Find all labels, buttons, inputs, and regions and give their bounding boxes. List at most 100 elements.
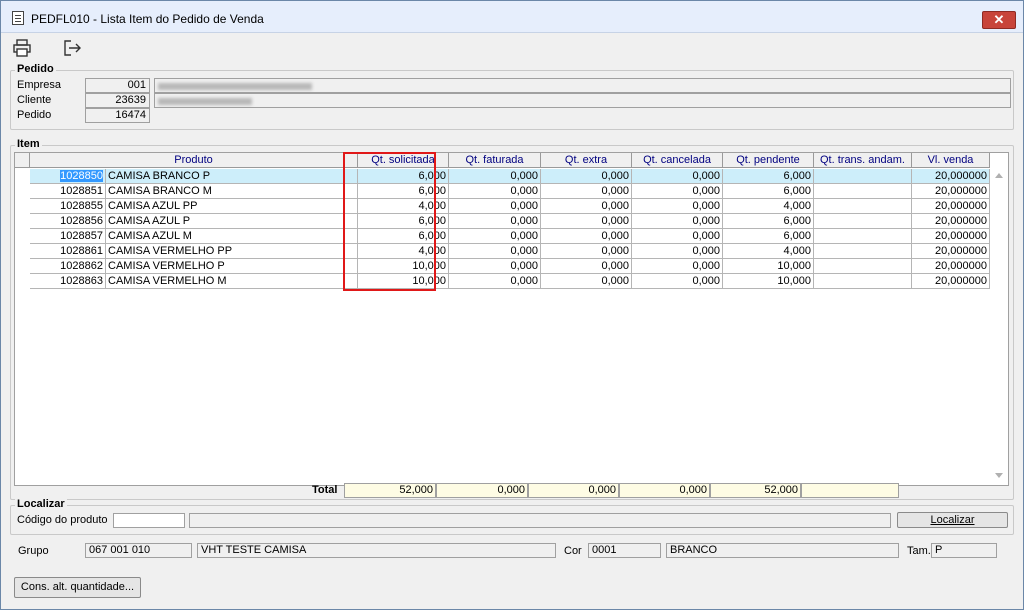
cell-qt-cancelada[interactable]: 0,000 <box>632 169 723 184</box>
cell-vl-venda[interactable]: 20,000000 <box>912 184 990 199</box>
cell-vl-venda[interactable]: 20,000000 <box>912 169 990 184</box>
cell-qt-trans-andam[interactable] <box>814 259 912 274</box>
table-row[interactable]: 1028862 CAMISA VERMELHO P 10,000 0,000 0,000… <box>15 259 990 274</box>
cell-qt-trans-andam[interactable] <box>814 169 912 184</box>
cell-produto[interactable]: CAMISA AZUL M <box>106 229 358 244</box>
cell-qt-cancelada[interactable]: 0,000 <box>632 214 723 229</box>
column-header-produto[interactable]: Produto <box>30 153 358 168</box>
print-button[interactable] <box>12 39 34 59</box>
cell-qt-cancelada[interactable]: 0,000 <box>632 229 723 244</box>
scroll-down-icon[interactable] <box>995 473 1003 478</box>
cell-vl-venda[interactable]: 20,000000 <box>912 214 990 229</box>
cell-qt-extra[interactable]: 0,000 <box>541 169 632 184</box>
cell-produto[interactable]: CAMISA VERMELHO P <box>106 259 358 274</box>
cell-qt-cancelada[interactable]: 0,000 <box>632 184 723 199</box>
cell-produto[interactable]: CAMISA AZUL P <box>106 214 358 229</box>
cell-qt-extra[interactable]: 0,000 <box>541 259 632 274</box>
cell-qt-trans-andam[interactable] <box>814 274 912 289</box>
cell-code[interactable]: 1028857 <box>30 229 106 244</box>
cell-qt-trans-andam[interactable] <box>814 184 912 199</box>
cell-qt-solicitada[interactable]: 10,000 <box>358 274 449 289</box>
cell-qt-trans-andam[interactable] <box>814 229 912 244</box>
cell-qt-cancelada[interactable]: 0,000 <box>632 244 723 259</box>
table-row[interactable]: 1028851 CAMISA BRANCO M 6,000 0,000 0,000 0,0… <box>15 184 990 199</box>
cell-qt-extra[interactable]: 0,000 <box>541 214 632 229</box>
exit-button[interactable] <box>63 39 85 59</box>
vertical-scrollbar[interactable] <box>991 169 1008 485</box>
cell-code[interactable]: 1028855 <box>30 199 106 214</box>
cell-qt-pendente[interactable]: 6,000 <box>723 184 814 199</box>
cell-produto[interactable]: CAMISA BRANCO P <box>106 169 358 184</box>
cell-qt-faturada[interactable]: 0,000 <box>449 259 541 274</box>
cell-qt-faturada[interactable]: 0,000 <box>449 229 541 244</box>
cell-qt-solicitada[interactable]: 10,000 <box>358 259 449 274</box>
cor-code-field: 0001 <box>588 543 661 558</box>
column-header-qt-extra[interactable]: Qt. extra <box>541 153 632 168</box>
cell-qt-faturada[interactable]: 0,000 <box>449 274 541 289</box>
cell-vl-venda[interactable]: 20,000000 <box>912 244 990 259</box>
cell-qt-pendente[interactable]: 10,000 <box>723 259 814 274</box>
cell-qt-solicitada[interactable]: 4,000 <box>358 244 449 259</box>
close-button[interactable]: ✕ <box>982 11 1016 29</box>
cell-qt-faturada-text: 0,000 <box>510 170 538 182</box>
column-header-qt-pendente[interactable]: Qt. pendente <box>723 153 814 168</box>
cell-qt-trans-andam[interactable] <box>814 214 912 229</box>
cell-qt-pendente[interactable]: 6,000 <box>723 229 814 244</box>
cell-qt-faturada[interactable]: 0,000 <box>449 184 541 199</box>
cell-code[interactable]: 1028863 <box>30 274 106 289</box>
table-row[interactable]: 1028863 CAMISA VERMELHO M 10,000 0,000 0,000… <box>15 274 990 289</box>
cell-qt-faturada[interactable]: 0,000 <box>449 244 541 259</box>
cell-produto[interactable]: CAMISA AZUL PP <box>106 199 358 214</box>
cell-qt-pendente[interactable]: 10,000 <box>723 274 814 289</box>
cell-qt-extra[interactable]: 0,000 <box>541 229 632 244</box>
table-row[interactable]: 1028861 CAMISA VERMELHO PP 4,000 0,000 0,000… <box>15 244 990 259</box>
cell-vl-venda[interactable]: 20,000000 <box>912 274 990 289</box>
cell-vl-venda[interactable]: 20,000000 <box>912 259 990 274</box>
cell-qt-cancelada[interactable]: 0,000 <box>632 199 723 214</box>
cell-qt-extra[interactable]: 0,000 <box>541 274 632 289</box>
cell-qt-faturada[interactable]: 0,000 <box>449 214 541 229</box>
cell-qt-trans-andam[interactable] <box>814 199 912 214</box>
cell-qt-faturada[interactable]: 0,000 <box>449 199 541 214</box>
scroll-up-icon[interactable] <box>995 173 1003 178</box>
cell-code[interactable]: 1028856 <box>30 214 106 229</box>
cell-vl-venda[interactable]: 20,000000 <box>912 229 990 244</box>
cell-code[interactable]: 1028862 <box>30 259 106 274</box>
cell-produto[interactable]: CAMISA BRANCO M <box>106 184 358 199</box>
cell-qt-extra[interactable]: 0,000 <box>541 244 632 259</box>
codigo-produto-input[interactable] <box>113 513 185 528</box>
cell-qt-trans-andam[interactable] <box>814 244 912 259</box>
cell-qt-pendente[interactable]: 4,000 <box>723 199 814 214</box>
cell-qt-extra[interactable]: 0,000 <box>541 199 632 214</box>
table-row[interactable]: 1028850 CAMISA BRANCO P 6,000 0,000 0,000 0,0… <box>15 169 990 184</box>
cell-qt-solicitada[interactable]: 6,000 <box>358 169 449 184</box>
cell-qt-solicitada[interactable]: 6,000 <box>358 229 449 244</box>
table-row[interactable]: 1028855 CAMISA AZUL PP 4,000 0,000 0,000 0,00… <box>15 199 990 214</box>
column-header-qt-solicitada[interactable]: Qt. solicitada <box>358 153 449 168</box>
table-row[interactable]: 1028856 CAMISA AZUL P 6,000 0,000 0,000 0,000… <box>15 214 990 229</box>
cell-qt-pendente[interactable]: 6,000 <box>723 214 814 229</box>
cell-code[interactable]: 1028851 <box>30 184 106 199</box>
cell-code[interactable]: 1028861 <box>30 244 106 259</box>
cell-code[interactable]: 1028850 <box>30 169 106 184</box>
column-header-qt-faturada[interactable]: Qt. faturada <box>449 153 541 168</box>
cell-qt-pendente[interactable]: 6,000 <box>723 169 814 184</box>
items-table[interactable]: Produto Qt. solicitada Qt. faturada Qt. … <box>14 152 1009 486</box>
column-header-vl-venda[interactable]: Vl. venda <box>912 153 990 168</box>
cell-qt-cancelada[interactable]: 0,000 <box>632 259 723 274</box>
cell-produto[interactable]: CAMISA VERMELHO M <box>106 274 358 289</box>
cell-qt-faturada[interactable]: 0,000 <box>449 169 541 184</box>
column-header-qt-cancelada[interactable]: Qt. cancelada <box>632 153 723 168</box>
cell-qt-solicitada[interactable]: 6,000 <box>358 214 449 229</box>
cell-qt-solicitada[interactable]: 6,000 <box>358 184 449 199</box>
cell-qt-solicitada[interactable]: 4,000 <box>358 199 449 214</box>
table-row[interactable]: 1028857 CAMISA AZUL M 6,000 0,000 0,000 0,000… <box>15 229 990 244</box>
column-header-qt-trans-andam[interactable]: Qt. trans. andam. <box>814 153 912 168</box>
cell-qt-extra[interactable]: 0,000 <box>541 184 632 199</box>
cell-produto[interactable]: CAMISA VERMELHO PP <box>106 244 358 259</box>
cell-vl-venda[interactable]: 20,000000 <box>912 199 990 214</box>
cell-qt-pendente[interactable]: 4,000 <box>723 244 814 259</box>
cons-alt-quantidade-button[interactable]: Cons. alt. quantidade... <box>14 577 141 598</box>
localizar-button[interactable]: Localizar <box>897 512 1008 528</box>
cell-qt-cancelada[interactable]: 0,000 <box>632 274 723 289</box>
